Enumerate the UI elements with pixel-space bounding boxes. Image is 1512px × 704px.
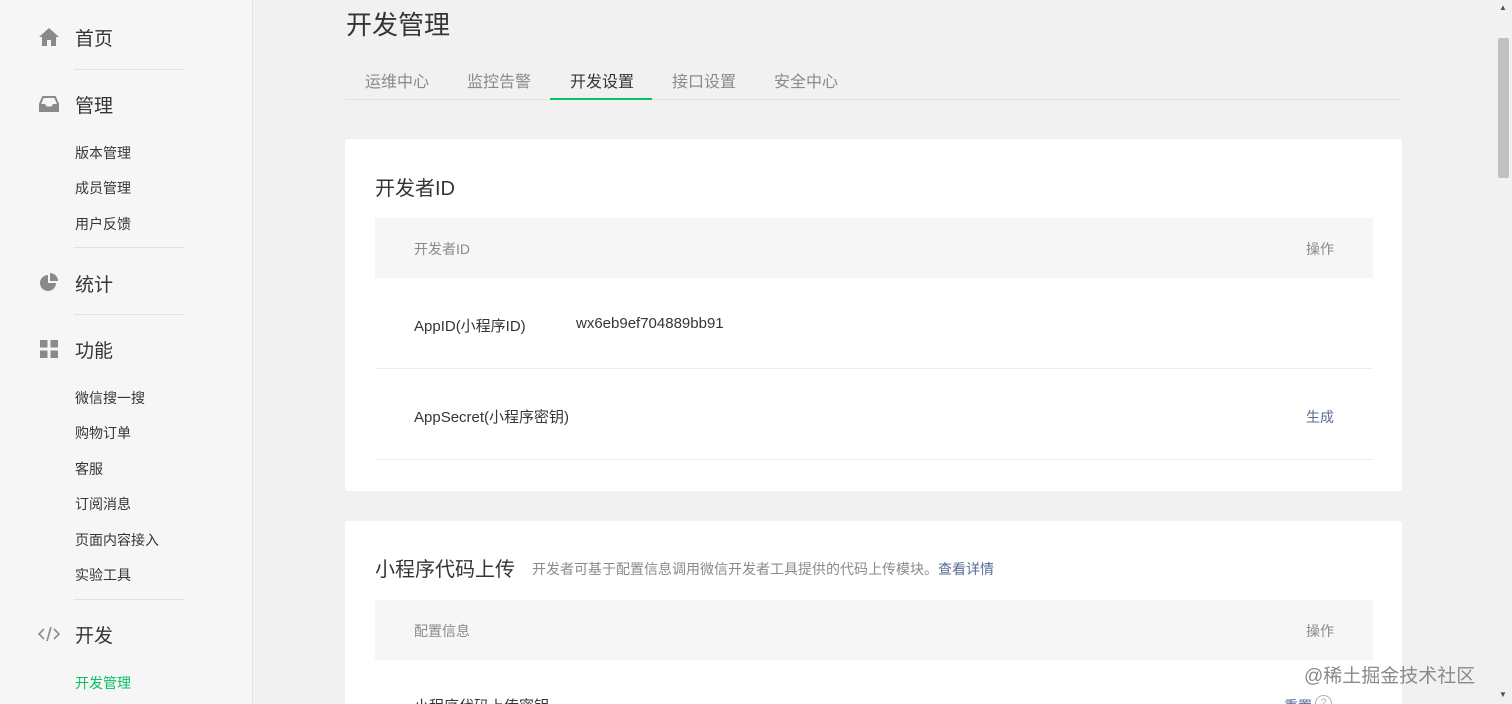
card-title: 小程序代码上传 — [375, 559, 515, 581]
sidebar-item-wechat-search[interactable]: 微信搜一搜 — [75, 388, 145, 408]
sidebar-item-experiments[interactable]: 实验工具 — [75, 565, 131, 585]
sidebar-item-page-content[interactable]: 页面内容接入 — [75, 530, 159, 550]
nav-manage-label: 管理 — [75, 95, 114, 117]
nav-home-label: 首页 — [75, 28, 114, 50]
pie-chart-icon — [38, 272, 60, 294]
help-icon[interactable]: ? — [1315, 695, 1332, 704]
description-text: 开发者可基于配置信息调用微信开发者工具提供的代码上传模块。 — [532, 561, 938, 577]
tab-monitoring[interactable]: 监控告警 — [467, 68, 531, 100]
generate-secret-link[interactable]: 生成 — [1306, 407, 1334, 427]
card-description: 开发者可基于配置信息调用微信开发者工具提供的代码上传模块。查看详情 — [532, 559, 994, 579]
divider — [74, 69, 184, 70]
sidebar-item-customer-service[interactable]: 客服 — [75, 459, 103, 479]
reset-key-link[interactable]: 重置 — [1284, 696, 1312, 704]
inbox-icon — [38, 93, 60, 115]
view-details-link[interactable]: 查看详情 — [938, 561, 994, 577]
tab-api-settings[interactable]: 接口设置 — [672, 68, 736, 100]
table-header: 配置信息 操作 — [375, 600, 1373, 660]
tab-bar: 运维中心 监控告警 开发设置 接口设置 安全中心 — [345, 60, 1400, 100]
col-header-action: 操作 — [1306, 623, 1334, 639]
nav-dev[interactable]: 开发 — [38, 622, 114, 647]
divider — [74, 599, 184, 600]
grid-icon — [38, 338, 60, 360]
col-header-action: 操作 — [1306, 241, 1334, 257]
divider — [74, 247, 184, 248]
vertical-scrollbar[interactable]: ▲ ▼ — [1495, 0, 1512, 704]
sidebar-item-dev-manage[interactable]: 开发管理 — [75, 673, 131, 693]
home-icon — [38, 26, 60, 48]
col-header-name: 开发者ID — [414, 241, 470, 257]
scroll-up-icon[interactable]: ▲ — [1499, 3, 1507, 12]
tab-ops[interactable]: 运维中心 — [365, 68, 429, 100]
sidebar-item-version[interactable]: 版本管理 — [75, 143, 131, 163]
scrollbar-thumb[interactable] — [1498, 38, 1509, 178]
page-title: 开发管理 — [346, 10, 451, 40]
card-title: 开发者ID — [375, 178, 455, 200]
nav-manage[interactable]: 管理 — [38, 92, 114, 117]
sidebar-item-feedback[interactable]: 用户反馈 — [75, 214, 131, 234]
nav-stats-label: 统计 — [75, 274, 114, 296]
nav-stats[interactable]: 统计 — [38, 271, 114, 296]
watermark: @稀土掘金技术社区 — [1304, 666, 1476, 687]
nav-features[interactable]: 功能 — [38, 337, 114, 362]
appid-label: AppID(小程序ID) — [414, 318, 526, 335]
divider — [74, 314, 184, 315]
tab-dev-settings[interactable]: 开发设置 — [550, 68, 652, 100]
sidebar-item-members[interactable]: 成员管理 — [75, 178, 131, 198]
col-header-name: 配置信息 — [414, 623, 470, 639]
nav-home[interactable]: 首页 — [38, 25, 114, 50]
tab-security[interactable]: 安全中心 — [774, 68, 838, 100]
nav-dev-label: 开发 — [75, 625, 114, 647]
appid-value: wx6eb9ef704889bb91 — [576, 315, 724, 332]
upload-key-label: 小程序代码上传密钥 — [414, 695, 549, 704]
nav-features-label: 功能 — [75, 340, 114, 362]
scroll-down-icon[interactable]: ▼ — [1499, 690, 1507, 699]
row-divider — [375, 368, 1373, 369]
sidebar-item-subscribe[interactable]: 订阅消息 — [75, 494, 131, 514]
sidebar-item-orders[interactable]: 购物订单 — [75, 423, 131, 443]
row-divider — [375, 459, 1373, 460]
sidebar: 首页 管理 版本管理 成员管理 用户反馈 统计 功能 微信搜一搜 购物订单 客服… — [0, 0, 253, 704]
table-header: 开发者ID 操作 — [375, 218, 1373, 278]
developer-id-card: 开发者ID 开发者ID 操作 AppID(小程序ID) wx6eb9ef7048… — [345, 139, 1402, 491]
appsecret-label: AppSecret(小程序密钥) — [414, 409, 570, 426]
code-icon — [38, 623, 60, 645]
code-upload-card: 小程序代码上传 开发者可基于配置信息调用微信开发者工具提供的代码上传模块。查看详… — [345, 521, 1402, 704]
